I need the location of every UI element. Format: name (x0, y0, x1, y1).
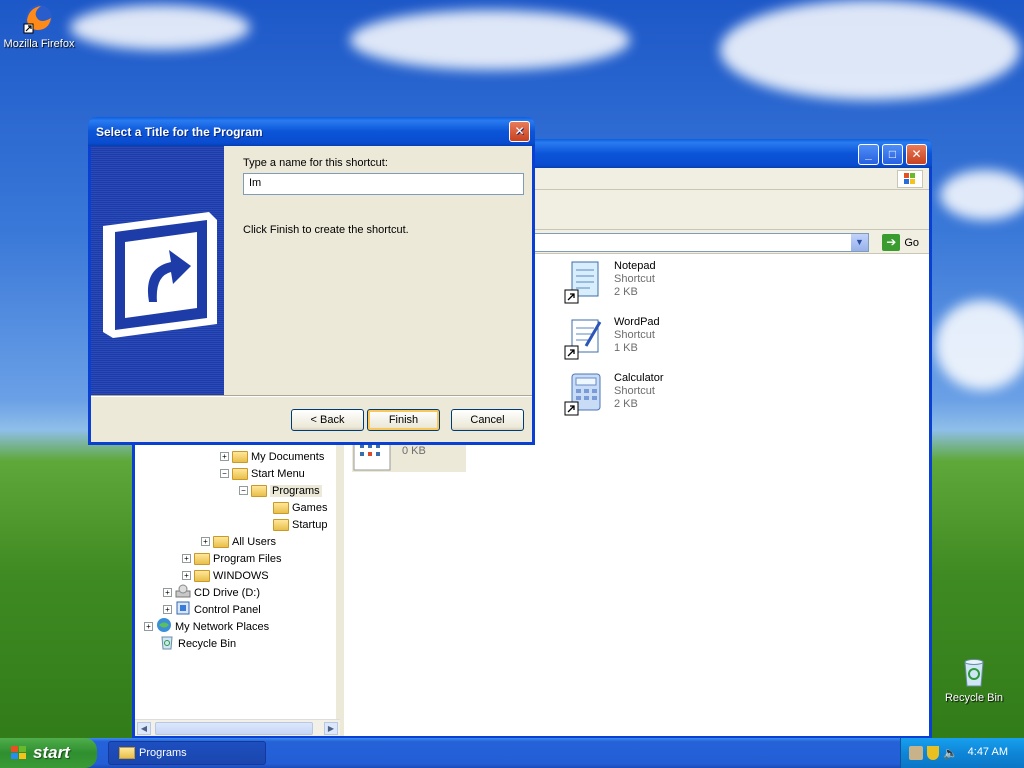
collapse-icon[interactable]: − (239, 486, 248, 495)
taskbar-button-programs[interactable]: Programs (108, 741, 266, 765)
file-name: Calculator (614, 372, 664, 384)
expand-icon[interactable]: + (201, 537, 210, 546)
folder-icon (194, 569, 210, 582)
firefox-icon (23, 2, 55, 34)
expand-icon[interactable]: + (182, 571, 191, 580)
file-size: 2 KB (614, 286, 638, 298)
security-shield-icon[interactable] (927, 746, 939, 760)
expand-icon[interactable]: + (182, 554, 191, 563)
recycle-bin-icon (159, 634, 175, 653)
expand-icon[interactable]: + (163, 605, 172, 614)
shortcut-arrow-icon (99, 206, 219, 349)
collapse-icon[interactable]: − (220, 469, 229, 478)
tree-item-my-documents[interactable]: + My Documents (220, 448, 324, 465)
tree-item-startup[interactable]: Startup (273, 516, 327, 533)
horizontal-scrollbar[interactable]: ◀ ▶ (135, 719, 340, 736)
shortcut-name-input[interactable]: Im (243, 173, 524, 195)
volume-icon[interactable]: 🔈 (943, 746, 958, 760)
taskbar: start Programs 🔈 4:47 AM (0, 738, 1024, 768)
scroll-right-icon[interactable]: ▶ (324, 722, 338, 735)
start-button[interactable]: start (0, 738, 97, 768)
notepad-icon (564, 260, 604, 304)
dialog-close-button[interactable]: ✕ (509, 121, 530, 142)
go-button[interactable]: ➔ Go (882, 233, 919, 252)
file-item-calculator[interactable]: Calculator Shortcut 2 KB (564, 372, 664, 416)
file-type: Shortcut (614, 329, 655, 341)
program-folder-icon (273, 518, 289, 531)
tree-item-windows[interactable]: + WINDOWS (182, 567, 269, 584)
wordpad-icon (564, 316, 604, 360)
cd-drive-icon (175, 584, 191, 601)
tree-item-program-files[interactable]: + Program Files (182, 550, 281, 567)
tree-item-programs[interactable]: − Programs (239, 482, 322, 499)
folder-icon (232, 467, 248, 480)
folder-icon (119, 747, 135, 759)
wizard-banner (91, 146, 224, 395)
file-item-notepad[interactable]: Notepad Shortcut 2 KB (564, 260, 656, 304)
close-button[interactable]: ✕ (906, 144, 927, 165)
go-label: Go (904, 236, 919, 249)
expand-icon[interactable]: + (220, 452, 229, 461)
desktop-icon-label: Recycle Bin (944, 692, 1004, 704)
tree-item-control-panel[interactable]: + Control Panel (163, 601, 261, 618)
windows-flag-icon (10, 745, 28, 761)
chevron-down-icon[interactable]: ▼ (851, 234, 868, 251)
cancel-button[interactable]: Cancel (451, 409, 524, 431)
desktop-icon-recycle-bin[interactable]: Recycle Bin (934, 656, 1014, 704)
tree-item-cd-drive[interactable]: + CD Drive (D:) (163, 584, 260, 601)
clock: 4:47 AM (967, 746, 1008, 758)
expand-icon[interactable]: + (163, 588, 172, 597)
folder-icon (213, 535, 229, 548)
windows-logo-icon (897, 170, 923, 188)
dialog-title: Select a Title for the Program (96, 125, 263, 139)
shortcut-prompt: Type a name for this shortcut: (243, 157, 388, 169)
tree-item-start-menu[interactable]: − Start Menu (220, 465, 305, 482)
folder-icon (194, 552, 210, 565)
back-button[interactable]: < Back (291, 409, 364, 431)
network-tray-icon[interactable] (909, 746, 923, 760)
finish-instruction: Click Finish to create the shortcut. (243, 224, 409, 236)
file-size: 1 KB (614, 342, 638, 354)
tree-item-recycle-bin[interactable]: Recycle Bin (159, 635, 236, 652)
select-title-dialog: Select a Title for the Program ✕ Type a … (88, 117, 535, 445)
tree-item-network[interactable]: + My Network Places (144, 618, 269, 635)
dialog-separator (91, 395, 532, 397)
folder-open-icon (251, 484, 267, 497)
file-name: Notepad (614, 260, 656, 272)
start-label: start (33, 743, 70, 762)
file-type: Shortcut (614, 385, 655, 397)
control-panel-icon (175, 600, 191, 619)
file-size: 2 KB (614, 398, 638, 410)
file-size: 0 KB (402, 445, 426, 457)
calculator-icon (564, 372, 604, 416)
desktop-icon-label: Mozilla Firefox (3, 38, 75, 50)
go-arrow-icon: ➔ (882, 234, 901, 251)
program-folder-icon (273, 501, 289, 514)
expand-icon[interactable]: + (144, 622, 153, 631)
finish-button[interactable]: Finish (367, 409, 440, 431)
tree-item-games[interactable]: Games (273, 499, 327, 516)
maximize-button[interactable]: □ (882, 144, 903, 165)
scroll-thumb[interactable] (155, 722, 313, 735)
system-tray: 🔈 4:47 AM (900, 738, 1024, 768)
file-item-wordpad[interactable]: WordPad Shortcut 1 KB (564, 316, 660, 360)
task-label: Programs (139, 747, 187, 759)
file-type: Shortcut (614, 273, 655, 285)
minimize-button[interactable]: _ (858, 144, 879, 165)
desktop-icon-firefox[interactable]: Mozilla Firefox (0, 2, 79, 50)
scroll-left-icon[interactable]: ◀ (137, 722, 151, 735)
folder-icon (232, 450, 248, 463)
address-input[interactable]: ▼ (530, 233, 869, 252)
tree-item-all-users[interactable]: + All Users (201, 533, 276, 550)
file-name: WordPad (614, 316, 660, 328)
dialog-title-bar[interactable]: Select a Title for the Program ✕ (88, 117, 535, 146)
recycle-bin-icon (958, 656, 990, 688)
